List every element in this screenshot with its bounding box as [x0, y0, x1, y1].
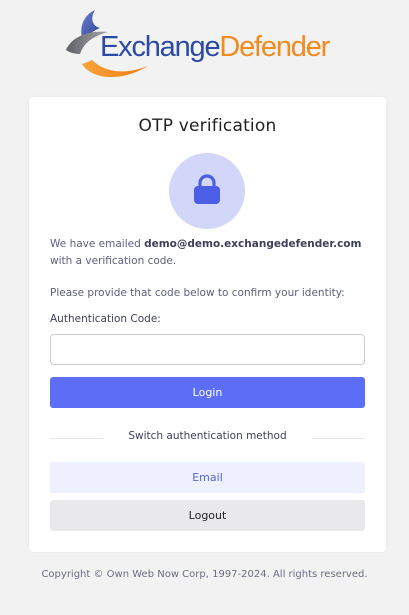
logout-button[interactable]: Logout: [50, 500, 365, 531]
message-prefix: We have emailed: [50, 238, 145, 250]
lock-icon: [194, 174, 220, 204]
message-suffix: with a verification code.: [50, 255, 177, 267]
switch-method-label: Switch authentication method: [128, 430, 287, 442]
auth-code-input[interactable]: [50, 334, 365, 365]
exchangedefender-logo: ExchangeDefender: [62, 8, 362, 88]
lock-badge: [169, 153, 245, 229]
auth-code-label: Authentication Code:: [50, 313, 161, 325]
page-title: OTP verification: [138, 116, 277, 136]
logo-word-defender: Defender: [219, 31, 330, 63]
logo-word-exchange: Exchange: [100, 31, 221, 63]
recipient-email: demo@demo.exchangedefender.com: [144, 238, 362, 250]
divider-left: [50, 438, 103, 439]
otp-card: OTP verification We have emailed demo@de…: [29, 97, 386, 552]
login-button[interactable]: Login: [50, 377, 365, 408]
email-sent-message: We have emailed demo@demo.exchangedefend…: [50, 236, 370, 270]
copyright-footer: Copyright © Own Web Now Corp, 1997-2024.…: [41, 569, 368, 580]
email-method-button[interactable]: Email: [50, 462, 365, 493]
divider-right: [312, 438, 365, 439]
logo-wordmark: ExchangeDefender: [100, 31, 330, 64]
instruction-text: Please provide that code below to confir…: [50, 287, 345, 299]
